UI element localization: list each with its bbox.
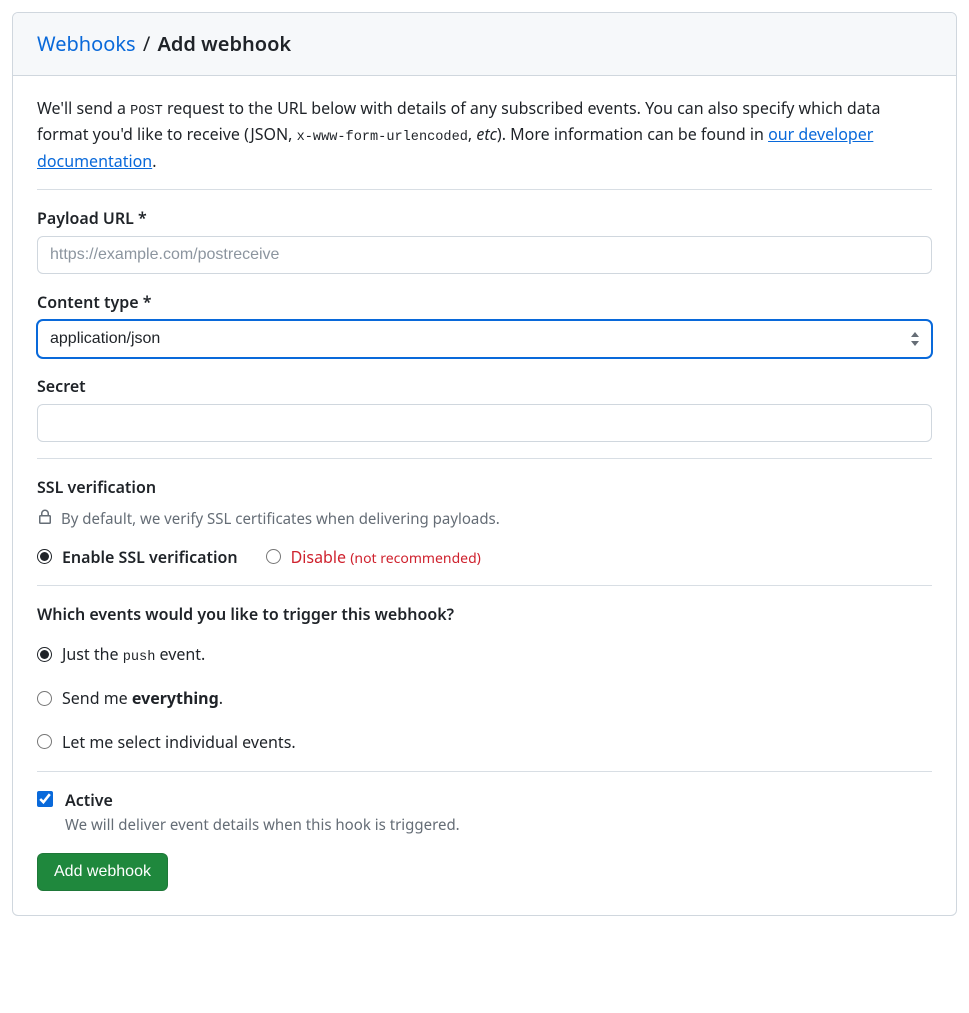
events-individual-label: Let me select individual events. <box>62 730 296 754</box>
payload-url-label: Payload URL * <box>37 206 932 230</box>
intro-part: We'll send a <box>37 97 130 119</box>
events-title: Which events would you like to trigger t… <box>37 602 932 626</box>
events-everything-radio[interactable] <box>37 691 52 706</box>
ssl-title: SSL verification <box>37 475 932 499</box>
divider <box>37 585 932 586</box>
ssl-disable-label: Disable (not recommended) <box>291 545 481 569</box>
intro-part: ). More information can be found in <box>497 123 768 145</box>
ssl-verification-section: SSL verification By default, we verify S… <box>37 475 932 569</box>
ssl-enable-option[interactable]: Enable SSL verification <box>37 545 238 569</box>
xform-code: x-www-form-urlencoded <box>297 130 468 145</box>
events-individual-radio[interactable] <box>37 734 52 749</box>
events-push-pre: Just the <box>62 643 123 665</box>
post-code: POST <box>130 104 163 119</box>
ssl-disable-text: Disable <box>291 546 346 568</box>
breadcrumb-separator: / <box>143 30 150 57</box>
payload-url-input[interactable] <box>37 236 932 274</box>
events-everything-post: . <box>219 687 223 709</box>
content-type-select[interactable]: application/json <box>37 320 932 358</box>
active-label: Active <box>65 788 460 812</box>
payload-url-field: Payload URL * <box>37 206 932 274</box>
ssl-enable-label: Enable SSL verification <box>62 545 238 569</box>
events-section: Which events would you like to trigger t… <box>37 602 932 756</box>
divider <box>37 458 932 459</box>
ssl-disable-note: (not recommended) <box>350 549 481 568</box>
events-push-option[interactable]: Just the push event. <box>37 642 205 668</box>
etc-text: etc <box>476 123 497 145</box>
active-description: We will deliver event details when this … <box>65 814 460 837</box>
ssl-radio-row: Enable SSL verification Disable (not rec… <box>37 545 932 569</box>
content-type-field: Content type * application/json <box>37 290 932 358</box>
events-everything-label: Send me everything. <box>62 686 223 710</box>
ssl-note-text: By default, we verify SSL certificates w… <box>61 508 500 531</box>
divider <box>37 189 932 190</box>
events-everything-pre: Send me <box>62 687 132 709</box>
events-push-code: push <box>123 650 156 665</box>
divider <box>37 771 932 772</box>
ssl-disable-radio[interactable] <box>266 549 281 564</box>
intro-part: . <box>152 150 156 172</box>
content-type-label: Content type * <box>37 290 932 314</box>
secret-label: Secret <box>37 374 932 398</box>
panel-header: Webhooks / Add webhook <box>13 13 956 76</box>
active-section: Active We will deliver event details whe… <box>37 788 932 837</box>
lock-icon <box>37 507 53 531</box>
ssl-disable-option[interactable]: Disable (not recommended) <box>266 545 481 569</box>
events-push-post: event. <box>155 643 205 665</box>
ssl-enable-radio[interactable] <box>37 549 52 564</box>
breadcrumb-current: Add webhook <box>157 30 291 57</box>
ssl-note: By default, we verify SSL certificates w… <box>37 507 932 531</box>
breadcrumb-parent-link[interactable]: Webhooks <box>37 30 136 57</box>
events-push-label: Just the push event. <box>62 642 205 668</box>
active-checkbox[interactable] <box>37 791 53 807</box>
panel-body: We'll send a POST request to the URL bel… <box>13 76 956 915</box>
intro-text: We'll send a POST request to the URL bel… <box>37 96 932 173</box>
events-push-radio[interactable] <box>37 647 52 662</box>
content-type-select-wrap: application/json <box>37 320 932 358</box>
active-text: Active We will deliver event details whe… <box>65 788 460 837</box>
add-webhook-panel: Webhooks / Add webhook We'll send a POST… <box>12 12 957 916</box>
events-everything-option[interactable]: Send me everything. <box>37 686 223 710</box>
add-webhook-button[interactable]: Add webhook <box>37 853 168 891</box>
secret-field: Secret <box>37 374 932 442</box>
events-everything-strong: everything <box>132 687 219 709</box>
events-individual-option[interactable]: Let me select individual events. <box>37 730 296 754</box>
breadcrumb: Webhooks / Add webhook <box>37 29 932 59</box>
secret-input[interactable] <box>37 404 932 442</box>
